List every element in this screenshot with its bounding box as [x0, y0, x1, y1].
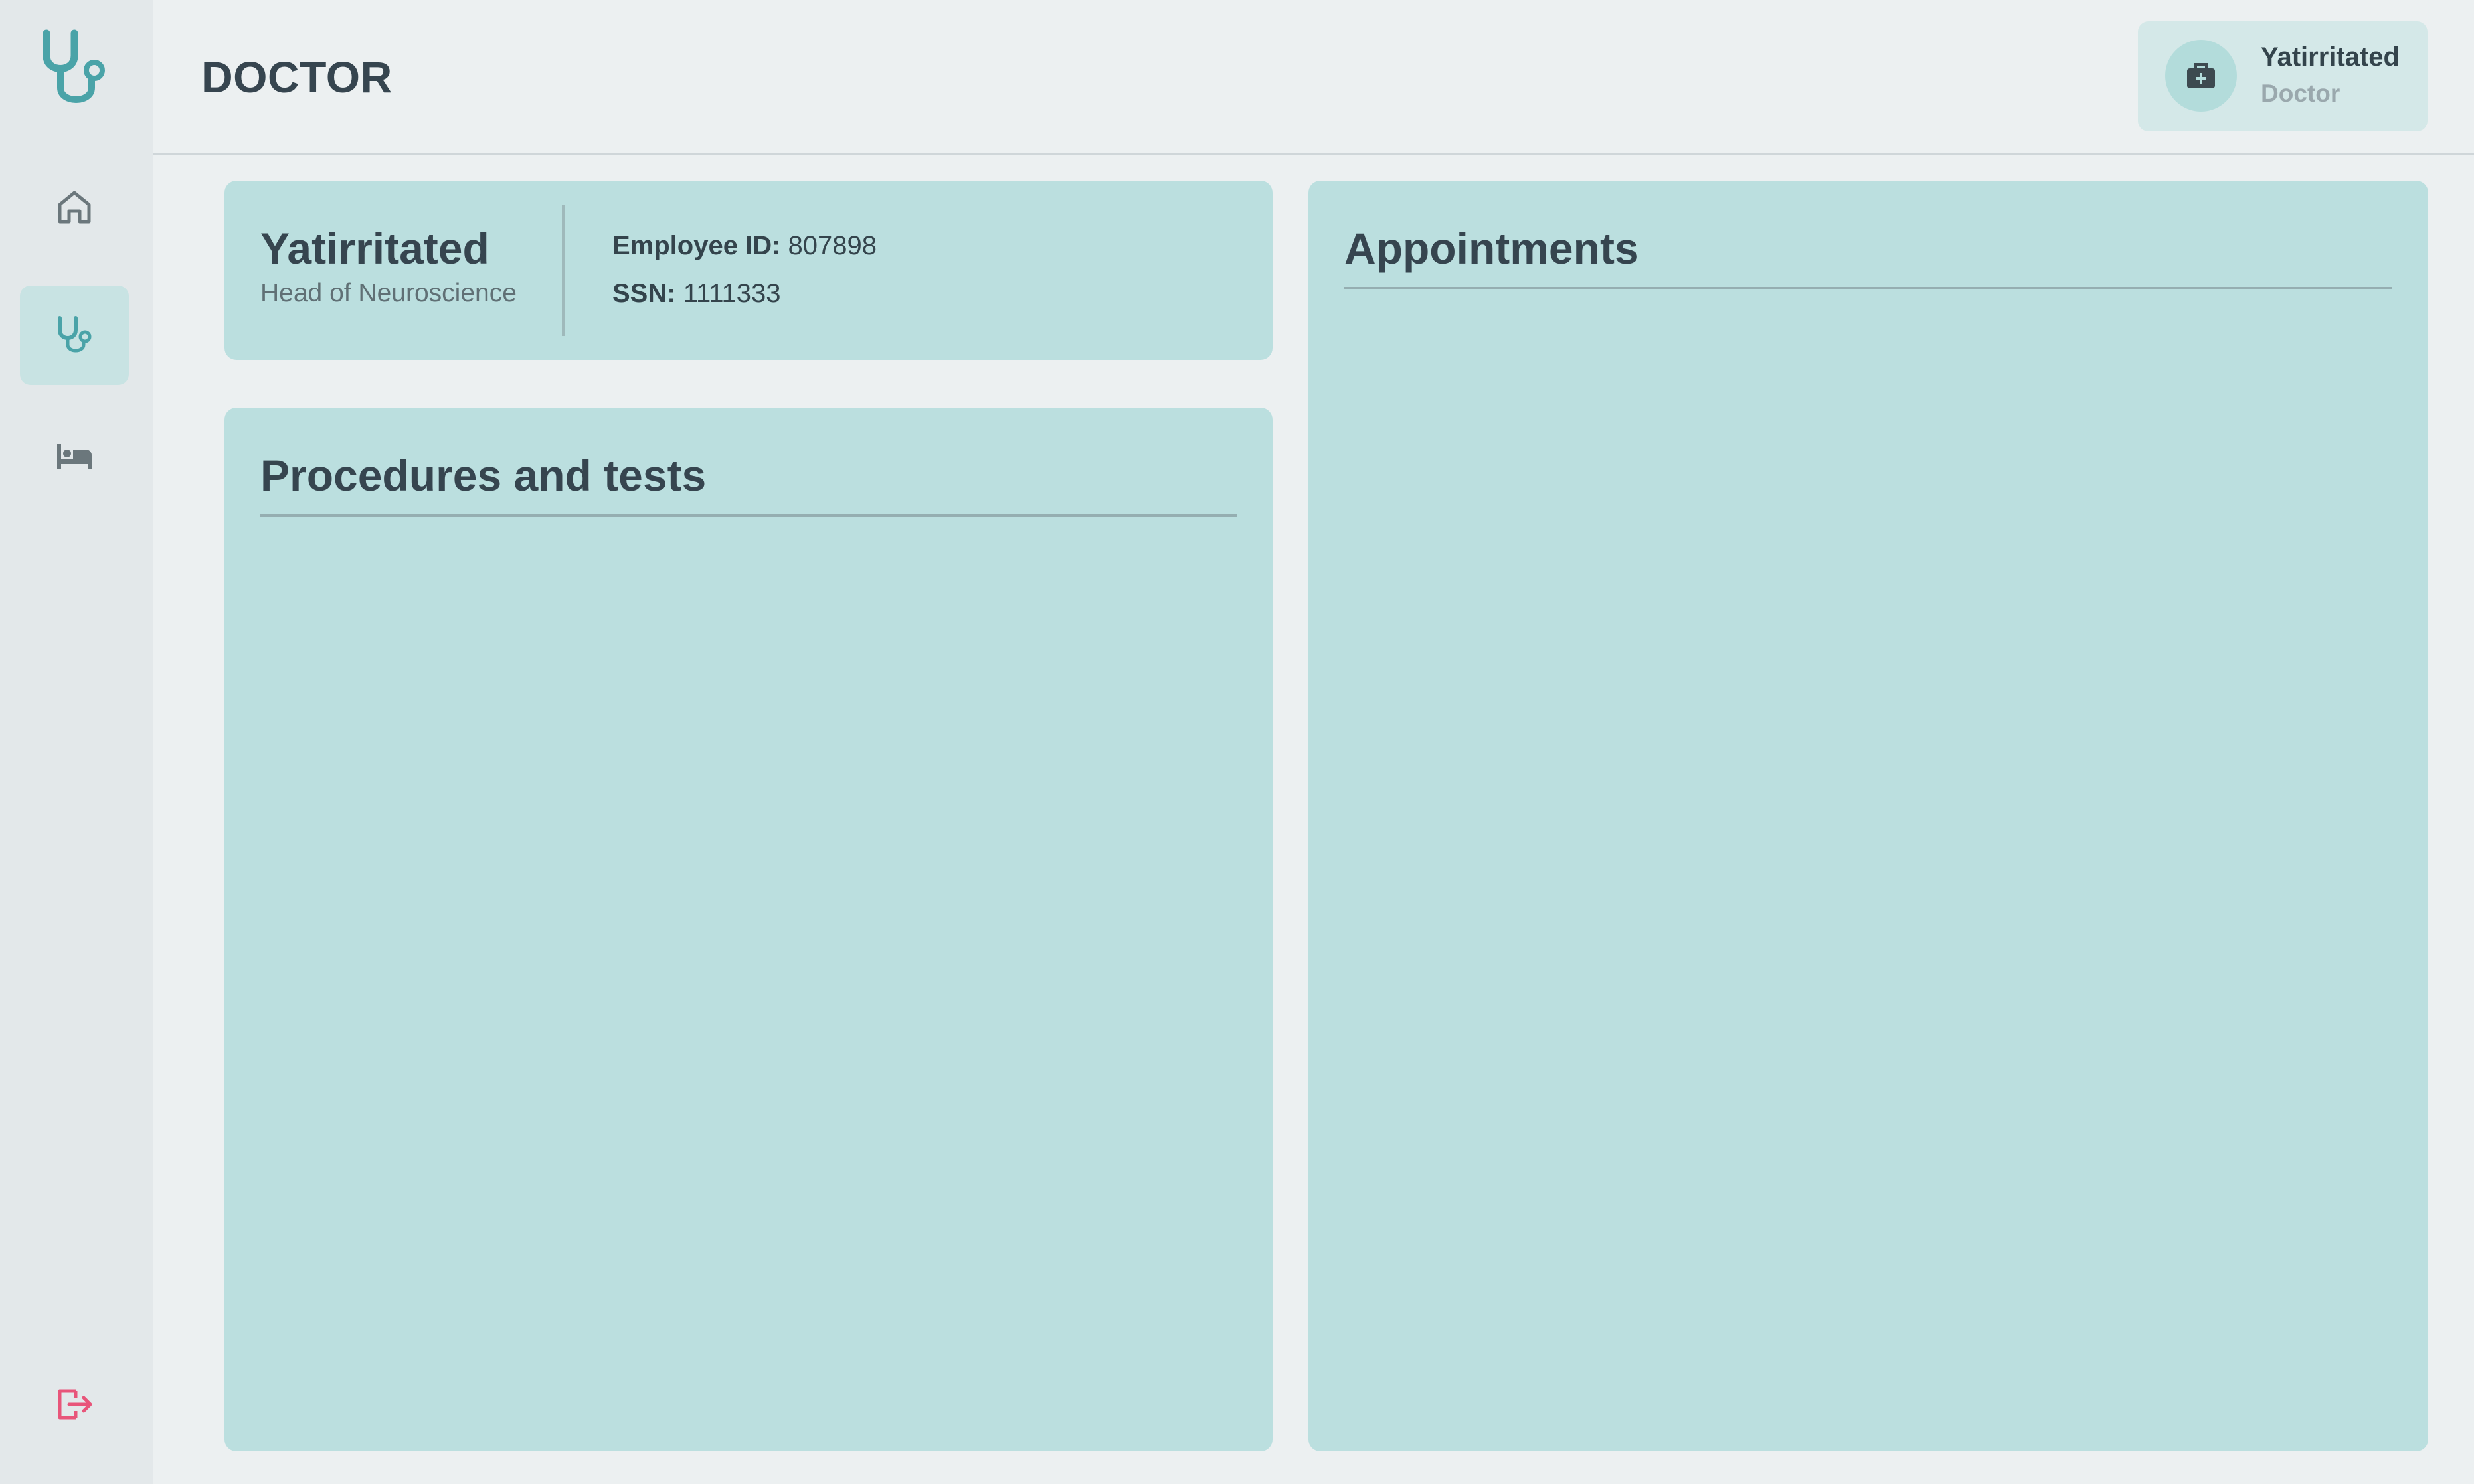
procedures-heading: Procedures and tests — [260, 451, 707, 500]
appointments-panel: Appointments — [1308, 181, 2428, 1451]
stethoscope-logo-icon — [39, 29, 112, 109]
sidebar-item-home[interactable] — [20, 157, 129, 257]
procedures-panel: Procedures and tests — [224, 408, 1273, 1451]
user-profile-chip[interactable]: Yatirritated Doctor — [2138, 21, 2428, 131]
procedures-divider — [260, 514, 1237, 517]
user-name: Yatirritated — [2261, 42, 2400, 72]
appointments-divider — [1344, 287, 2392, 289]
ssn-label: SSN: — [612, 279, 676, 308]
ssn-row: SSN: 1111333 — [612, 279, 781, 309]
sidebar-item-patients[interactable] — [20, 406, 129, 506]
employee-id-label: Employee ID: — [612, 231, 781, 260]
ssn-value: 1111333 — [683, 279, 781, 308]
doctor-name: Yatirritated — [260, 224, 489, 273]
employee-id-value: 807898 — [788, 231, 877, 260]
stethoscope-icon — [58, 316, 92, 353]
home-icon — [58, 191, 91, 224]
logout-icon — [58, 1389, 92, 1420]
profile-divider — [562, 205, 565, 336]
logout-button[interactable] — [20, 1355, 129, 1454]
medical-briefcase-icon — [2187, 63, 2215, 88]
bed-icon — [57, 444, 92, 469]
appointments-heading: Appointments — [1344, 224, 1639, 273]
sidebar-item-doctor[interactable] — [20, 286, 129, 385]
user-role: Doctor — [2261, 80, 2341, 107]
doctor-title: Head of Neuroscience — [260, 279, 517, 307]
app-root: DOCTOR Yatirritated Doctor Yatirritated … — [0, 0, 2474, 1484]
avatar — [2165, 40, 2237, 112]
employee-id-row: Employee ID: 807898 — [612, 231, 877, 261]
doctor-profile-card: Yatirritated Head of Neuroscience Employ… — [224, 181, 1273, 360]
sidebar — [0, 0, 153, 1484]
top-header: DOCTOR Yatirritated Doctor — [153, 0, 2474, 155]
page-title: DOCTOR — [201, 52, 393, 102]
